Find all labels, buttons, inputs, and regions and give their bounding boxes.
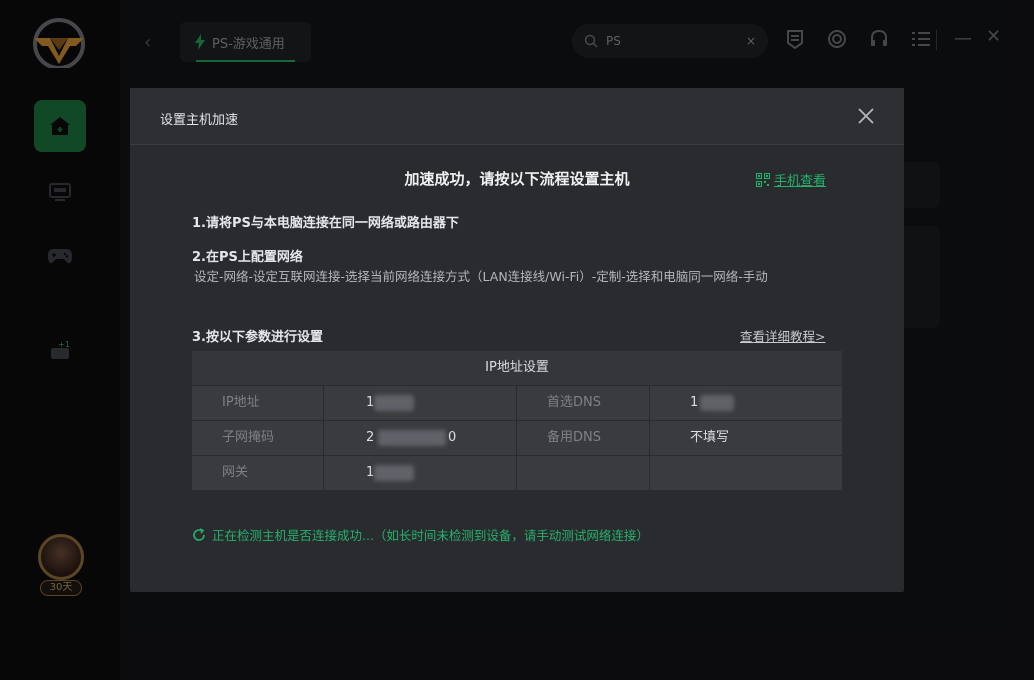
empty-cell [517, 456, 650, 491]
ip-settings-table: IP地址设置 IP地址 1 首选DNS 1 子网掩码 2 0 备用DNS 不填写 [192, 351, 842, 491]
table-row: IP地址 1 首选DNS 1 [192, 385, 842, 421]
empty-cell [650, 456, 842, 491]
host-acceleration-dialog: 设置主机加速 加速成功，请按以下流程设置主机 手机查看 1.请将PS与本电脑连接… [130, 88, 904, 592]
dialog-header: 设置主机加速 [130, 88, 904, 145]
phone-view-label: 手机查看 [774, 174, 827, 189]
step-3: 3.按以下参数进行设置 [192, 330, 323, 345]
primary-dns-value[interactable]: 1 [650, 386, 842, 421]
secondary-dns-label: 备用DNS [517, 421, 650, 456]
gateway-value[interactable]: 1 [324, 456, 517, 491]
redacted-blur [378, 430, 446, 446]
step-2: 2.在PS上配置网络 [192, 250, 303, 265]
refresh-icon [193, 527, 205, 541]
secondary-dns-value[interactable]: 不填写 [650, 421, 842, 456]
table-header: IP地址设置 [192, 351, 842, 385]
primary-dns-label: 首选DNS [517, 386, 650, 421]
ip-address-label: IP地址 [192, 386, 324, 421]
phone-view-link[interactable]: 手机查看 [756, 170, 826, 189]
subnet-mask-label: 子网掩码 [192, 421, 324, 456]
ip-address-value[interactable]: 1 [324, 386, 517, 421]
dialog-close-icon[interactable] [856, 106, 876, 126]
table-row: 网关 1 [192, 455, 842, 491]
primary-dns-text: 1 [690, 395, 699, 410]
redacted-blur [374, 465, 414, 481]
step-1: 1.请将PS与本电脑连接在同一网络或路由器下 [192, 216, 459, 231]
subnet-mask-text: 2 [366, 430, 375, 445]
gateway-label: 网关 [192, 456, 324, 491]
tutorial-link[interactable]: 查看详细教程> [740, 326, 825, 345]
subnet-mask-suffix: 0 [448, 430, 457, 445]
qr-code-icon [756, 172, 770, 187]
connection-status: 正在检测主机是否连接成功...（如长时间未检测到设备，请手动测试网络连接） [192, 525, 649, 544]
step-2-description: 设定-网络-设定互联网连接-选择当前网络连接方式（LAN连接线/Wi-Fi）-定… [194, 269, 768, 284]
connection-status-text: 正在检测主机是否连接成功...（如长时间未检测到设备，请手动测试网络连接） [212, 528, 649, 543]
dialog-title: 设置主机加速 [160, 113, 239, 128]
subnet-mask-value[interactable]: 2 0 [324, 421, 517, 456]
redacted-blur [374, 395, 414, 411]
redacted-blur [700, 395, 734, 411]
table-row: 子网掩码 2 0 备用DNS 不填写 [192, 420, 842, 456]
